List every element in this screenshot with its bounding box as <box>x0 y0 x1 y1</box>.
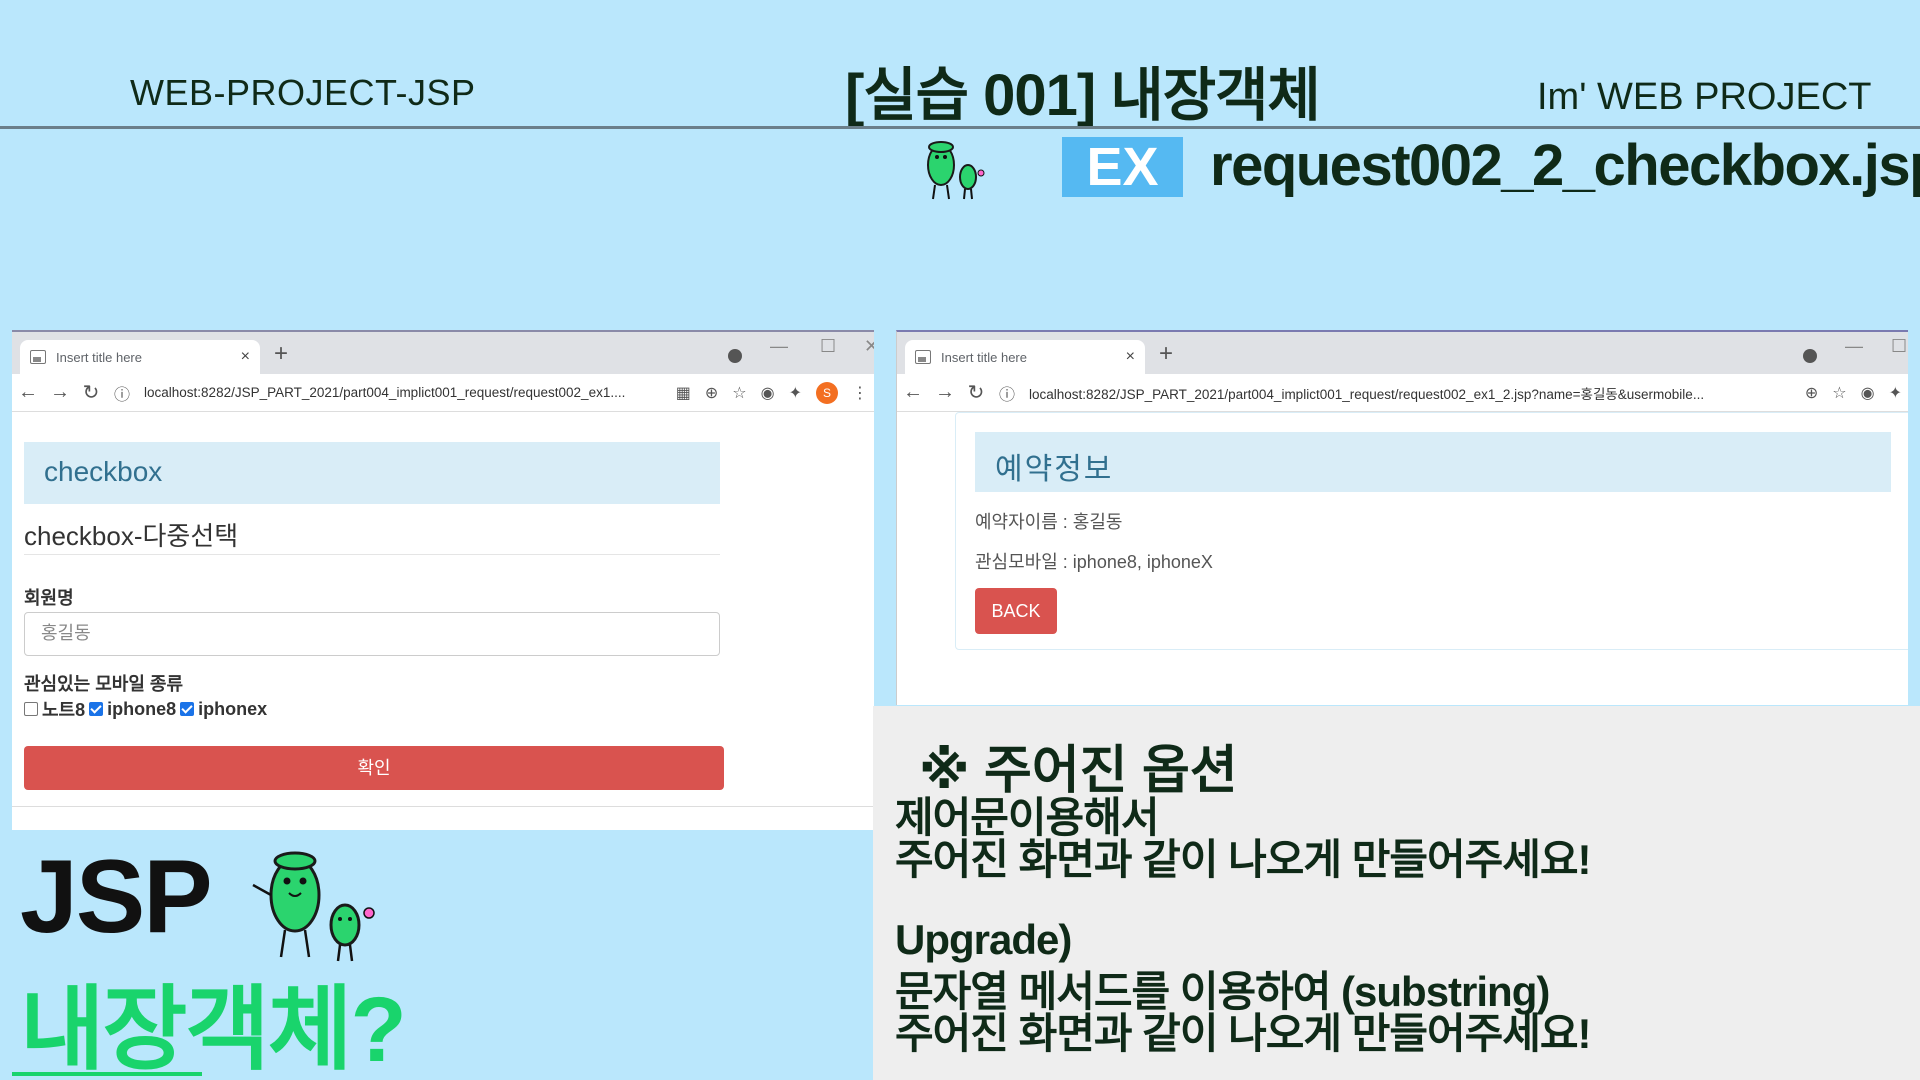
file-name-title: request002_2_checkbox.jsp <box>1210 133 1920 198</box>
page-favicon-icon <box>915 350 931 364</box>
info-icon[interactable]: ⓘ <box>999 381 1015 405</box>
mascot-small-icon <box>915 133 995 208</box>
back-button[interactable]: BACK <box>975 588 1057 634</box>
back-arrow-icon[interactable]: ← <box>903 381 923 404</box>
forward-arrow-icon[interactable]: → <box>935 381 955 404</box>
panel-heading: checkbox <box>24 442 720 504</box>
tab-title: Insert title here <box>56 349 142 365</box>
qr-code-icon[interactable]: ▦ <box>676 383 691 403</box>
extensions-puzzle-icon[interactable]: ✦ <box>789 383 802 403</box>
checkbox-label-iphonex: iphonex <box>198 698 268 719</box>
checkbox-note8[interactable] <box>24 702 38 716</box>
tab-bar: Insert title here × + — ☐ <box>897 332 1908 374</box>
new-tab-icon[interactable]: + <box>274 340 288 368</box>
option-line-2: 주어진 화면과 같이 나오게 만들어주세요! <box>895 836 1592 883</box>
reserver-name-text: 예약자이름 : 홍길동 <box>975 512 1123 532</box>
bookmark-star-icon[interactable]: ☆ <box>1832 383 1846 403</box>
option-line-3: Upgrade) <box>895 916 1072 963</box>
header-right-title: Im' WEB PROJECT <box>1537 76 1872 118</box>
close-window-icon[interactable]: ✕ <box>864 336 874 357</box>
back-arrow-icon[interactable]: ← <box>18 381 38 404</box>
profile-avatar[interactable]: S <box>816 381 838 404</box>
builtin-objects-title: 내장객체? <box>20 979 407 1080</box>
header-divider <box>0 126 1920 129</box>
option-line-5: 주어진 화면과 같이 나오게 만들어주세요! <box>895 1010 1592 1057</box>
right-browser-window: Insert title here × + — ☐ ← → ↻ ⓘ localh… <box>896 330 1908 705</box>
checkbox-iphone8[interactable] <box>89 702 104 716</box>
zoom-icon[interactable]: ⊕ <box>1805 383 1818 403</box>
left-browser-window: Insert title here × + — ☐ ✕ ← → ↻ ⓘ loca… <box>12 330 874 830</box>
name-label: 회원명 <box>24 588 74 608</box>
jsp-title: JSP <box>20 839 213 955</box>
tab-search-icon[interactable] <box>1803 349 1817 363</box>
page-favicon-icon <box>30 350 46 364</box>
extension-globe-icon[interactable]: ◉ <box>1861 383 1875 403</box>
ex-badge: EX <box>1062 137 1183 197</box>
tab-title: Insert title here <box>941 349 1027 365</box>
extension-globe-icon[interactable]: ◉ <box>761 383 775 403</box>
header-left-title: WEB-PROJECT-JSP <box>130 72 476 113</box>
browser-tab[interactable]: Insert title here × <box>905 340 1145 374</box>
url-field[interactable]: localhost:8282/JSP_PART_2021/part004_imp… <box>144 385 662 400</box>
header-center-title: [실습 001] 내장객체 <box>845 63 1321 128</box>
option-box: ※ 주어진 옵션 제어문이용해서 주어진 화면과 같이 나오게 만들어주세요! … <box>873 706 1920 1080</box>
minimize-icon[interactable]: — <box>1845 336 1863 357</box>
url-field[interactable]: localhost:8282/JSP_PART_2021/part004_imp… <box>1029 383 1791 403</box>
new-tab-icon[interactable]: + <box>1159 340 1173 368</box>
maximize-icon[interactable]: ☐ <box>820 336 836 357</box>
form-sub-heading: checkbox-다중선택 <box>24 521 239 551</box>
bookmark-star-icon[interactable]: ☆ <box>732 383 746 403</box>
close-tab-icon[interactable]: × <box>241 348 250 366</box>
extensions-puzzle-icon[interactable]: ✦ <box>1889 383 1902 403</box>
forward-arrow-icon[interactable]: → <box>50 381 70 404</box>
submit-button[interactable]: 확인 <box>24 746 724 790</box>
title-underline <box>12 1072 202 1076</box>
page-bottom-divider <box>12 806 874 807</box>
sub-heading-divider <box>24 554 720 555</box>
checkbox-label-iphone8: iphone8 <box>107 698 177 719</box>
checkbox-label-note8: 노트8 <box>42 700 86 720</box>
browser-tab[interactable]: Insert title here × <box>20 340 260 374</box>
tab-bar: Insert title here × + — ☐ ✕ <box>12 332 874 374</box>
reload-icon[interactable]: ↻ <box>967 380 985 405</box>
name-input[interactable]: 홍길동 <box>24 612 720 656</box>
zoom-icon[interactable]: ⊕ <box>705 383 718 403</box>
minimize-icon[interactable]: — <box>770 336 788 357</box>
address-bar: ← → ↻ ⓘ localhost:8282/JSP_PART_2021/par… <box>897 374 1908 412</box>
maximize-icon[interactable]: ☐ <box>1891 336 1907 357</box>
mobile-checkbox-group: 노트8 iphone8 iphonex <box>24 696 267 722</box>
tab-search-icon[interactable] <box>728 349 742 363</box>
mobile-interest-text: 관심모바일 : iphone8, iphoneX <box>975 552 1213 572</box>
panel-heading: 예약정보 <box>975 432 1891 492</box>
reload-icon[interactable]: ↻ <box>82 380 100 405</box>
mascot-large-icon <box>245 835 385 970</box>
mobile-label: 관심있는 모바일 종류 <box>24 674 184 694</box>
address-bar: ← → ↻ ⓘ localhost:8282/JSP_PART_2021/par… <box>12 374 874 412</box>
close-tab-icon[interactable]: × <box>1126 348 1135 366</box>
info-icon[interactable]: ⓘ <box>114 381 130 405</box>
menu-kebab-icon[interactable]: ⋮ <box>852 383 868 403</box>
checkbox-iphonex[interactable] <box>180 702 195 716</box>
